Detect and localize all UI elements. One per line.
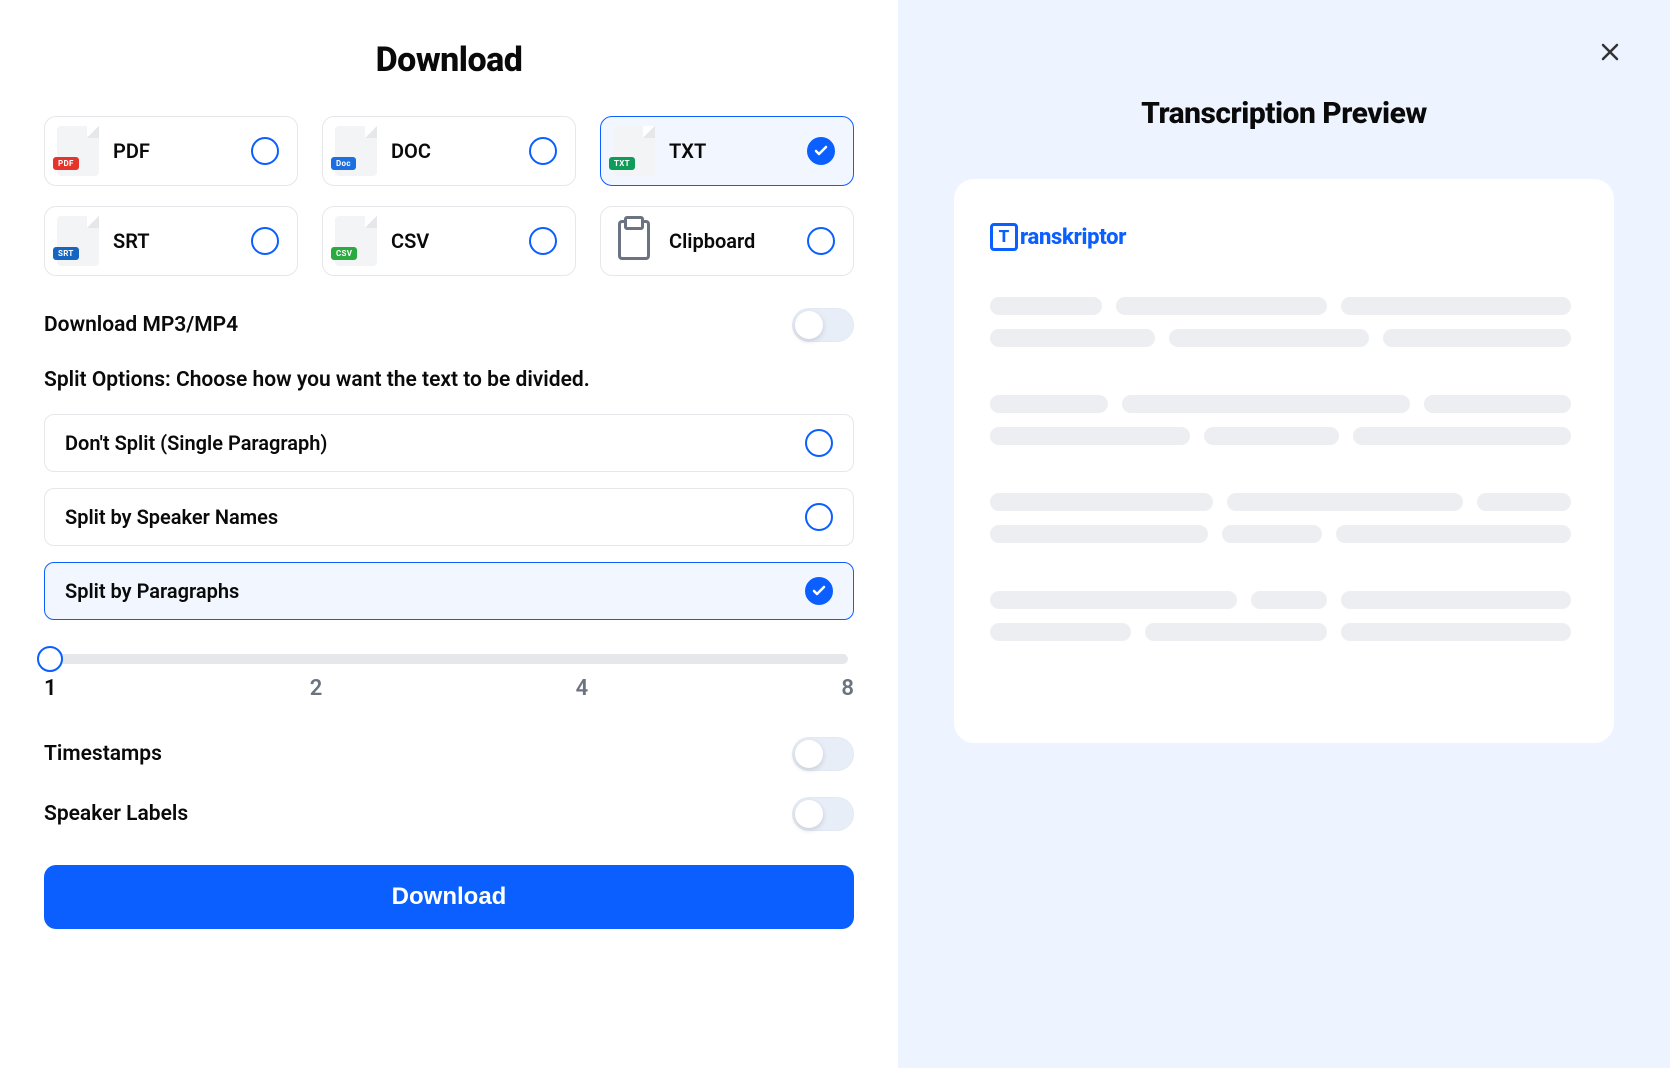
txt-file-icon: TXT <box>613 126 655 176</box>
csv-file-icon: CSV <box>335 216 377 266</box>
close-icon <box>1598 40 1622 64</box>
speaker-labels-label: Speaker Labels <box>44 802 188 826</box>
format-label: TXT <box>669 139 793 163</box>
format-label: Clipboard <box>669 229 793 253</box>
slider-tick: 2 <box>310 676 323 701</box>
brand-icon: T <box>990 223 1018 251</box>
format-label: CSV <box>391 229 515 253</box>
speaker-labels-row: Speaker Labels <box>44 797 854 831</box>
clipboard-icon <box>613 216 655 266</box>
doc-file-icon: Doc <box>335 126 377 176</box>
radio-indicator <box>529 227 557 255</box>
split-option-speaker[interactable]: Split by Speaker Names <box>44 488 854 546</box>
slider-tick: 8 <box>841 676 854 701</box>
format-label: PDF <box>113 139 237 163</box>
preview-paragraph <box>990 297 1578 347</box>
preview-title: Transcription Preview <box>942 96 1626 131</box>
slider-tick: 1 <box>44 676 57 701</box>
download-media-toggle[interactable] <box>792 308 854 342</box>
split-option-paragraph[interactable]: Split by Paragraphs <box>44 562 854 620</box>
preview-paragraph <box>990 493 1578 543</box>
split-option-none[interactable]: Don't Split (Single Paragraph) <box>44 414 854 472</box>
radio-indicator <box>805 429 833 457</box>
timestamps-toggle[interactable] <box>792 737 854 771</box>
format-option-txt[interactable]: TXT TXT <box>600 116 854 186</box>
split-options-list: Don't Split (Single Paragraph) Split by … <box>44 414 854 620</box>
radio-indicator <box>807 137 835 165</box>
slider-ticks: 1 2 4 8 <box>44 672 854 701</box>
download-button[interactable]: Download <box>44 865 854 929</box>
preview-paragraph <box>990 395 1578 445</box>
radio-indicator <box>251 137 279 165</box>
pdf-file-icon: PDF <box>57 126 99 176</box>
page-title: Download <box>44 40 854 80</box>
format-option-doc[interactable]: Doc DOC <box>322 116 576 186</box>
radio-indicator <box>529 137 557 165</box>
srt-file-icon: SRT <box>57 216 99 266</box>
radio-indicator <box>805 577 833 605</box>
format-label: DOC <box>391 139 515 163</box>
split-option-label: Split by Speaker Names <box>65 505 278 529</box>
radio-indicator <box>807 227 835 255</box>
format-option-pdf[interactable]: PDF PDF <box>44 116 298 186</box>
slider-thumb[interactable] <box>37 646 63 672</box>
brand-logo: T ranskriptor <box>990 223 1578 251</box>
close-button[interactable] <box>1594 36 1626 68</box>
speaker-labels-toggle[interactable] <box>792 797 854 831</box>
preview-card: T ranskriptor <box>954 179 1614 743</box>
download-media-row: Download MP3/MP4 <box>44 308 854 342</box>
download-media-label: Download MP3/MP4 <box>44 313 238 337</box>
format-grid: PDF PDF Doc DOC TXT TXT <box>44 116 854 276</box>
paragraph-size-slider: 1 2 4 8 <box>44 640 854 701</box>
format-option-srt[interactable]: SRT SRT <box>44 206 298 276</box>
preview-panel: Transcription Preview T ranskriptor <box>898 0 1670 1068</box>
timestamps-label: Timestamps <box>44 742 162 766</box>
preview-paragraph <box>990 591 1578 641</box>
format-option-clipboard[interactable]: Clipboard <box>600 206 854 276</box>
format-option-csv[interactable]: CSV CSV <box>322 206 576 276</box>
slider-tick: 4 <box>576 676 589 701</box>
download-panel: Download PDF PDF Doc DOC TXT TX <box>0 0 898 1068</box>
radio-indicator <box>805 503 833 531</box>
slider-track[interactable] <box>50 654 848 664</box>
timestamps-row: Timestamps <box>44 737 854 771</box>
radio-indicator <box>251 227 279 255</box>
brand-text: ranskriptor <box>1020 225 1126 250</box>
format-label: SRT <box>113 229 237 253</box>
split-option-label: Don't Split (Single Paragraph) <box>65 431 327 455</box>
split-options-heading: Split Options: Choose how you want the t… <box>44 368 854 392</box>
split-option-label: Split by Paragraphs <box>65 579 239 603</box>
